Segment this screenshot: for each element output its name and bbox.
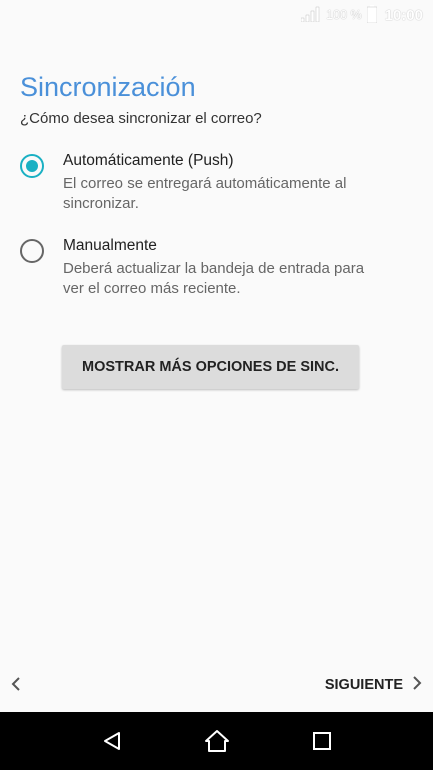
option-manual[interactable]: Manualmente Deberá actualizar la bandeja… [20, 235, 415, 299]
option-manual-description-line2: ver el correo más reciente. [63, 280, 241, 297]
option-automatic-text: Automáticamente (Push) El correo se entr… [63, 150, 346, 214]
option-automatic-description-line1: El correo se entregará automáticamente a… [63, 175, 347, 192]
option-manual-text: Manualmente Deberá actualizar la bandeja… [63, 235, 364, 299]
radio-dot [26, 160, 38, 172]
next-button-label: SIGUIENTE [324, 677, 403, 693]
option-automatic-description-line2: sincronizar. [63, 195, 139, 212]
page-subtitle: ¿Cómo desea sincronizar el correo? [20, 110, 262, 127]
next-button[interactable]: SIGUIENTE [325, 675, 423, 695]
signal-icon [301, 6, 321, 25]
battery-icon [366, 4, 377, 26]
radio-automatic[interactable] [20, 154, 44, 178]
square-recents-icon[interactable] [312, 731, 332, 751]
system-navigation-bar [0, 712, 433, 770]
option-automatic-label: Automáticamente (Push) [63, 152, 234, 169]
status-bar: 100 % 10:00 [0, 0, 433, 30]
radio-manual[interactable] [20, 239, 44, 263]
option-manual-label: Manualmente [63, 237, 157, 254]
battery-percent: 100 % [326, 8, 362, 22]
chevron-right-icon [411, 675, 423, 695]
more-sync-options-button[interactable]: MOSTRAR MÁS OPCIONES DE SINC. [62, 345, 359, 389]
page-title: Sincronización [20, 72, 196, 102]
chevron-left-icon[interactable] [10, 672, 22, 698]
option-manual-description-line1: Deberá actualizar la bandeja de entrada … [63, 260, 365, 277]
home-icon[interactable] [204, 729, 230, 753]
bottom-navigation: SIGUIENTE [0, 665, 433, 705]
clock: 10:00 [384, 6, 423, 24]
option-automatic[interactable]: Automáticamente (Push) El correo se entr… [20, 150, 415, 214]
triangle-back-icon[interactable] [101, 730, 123, 752]
